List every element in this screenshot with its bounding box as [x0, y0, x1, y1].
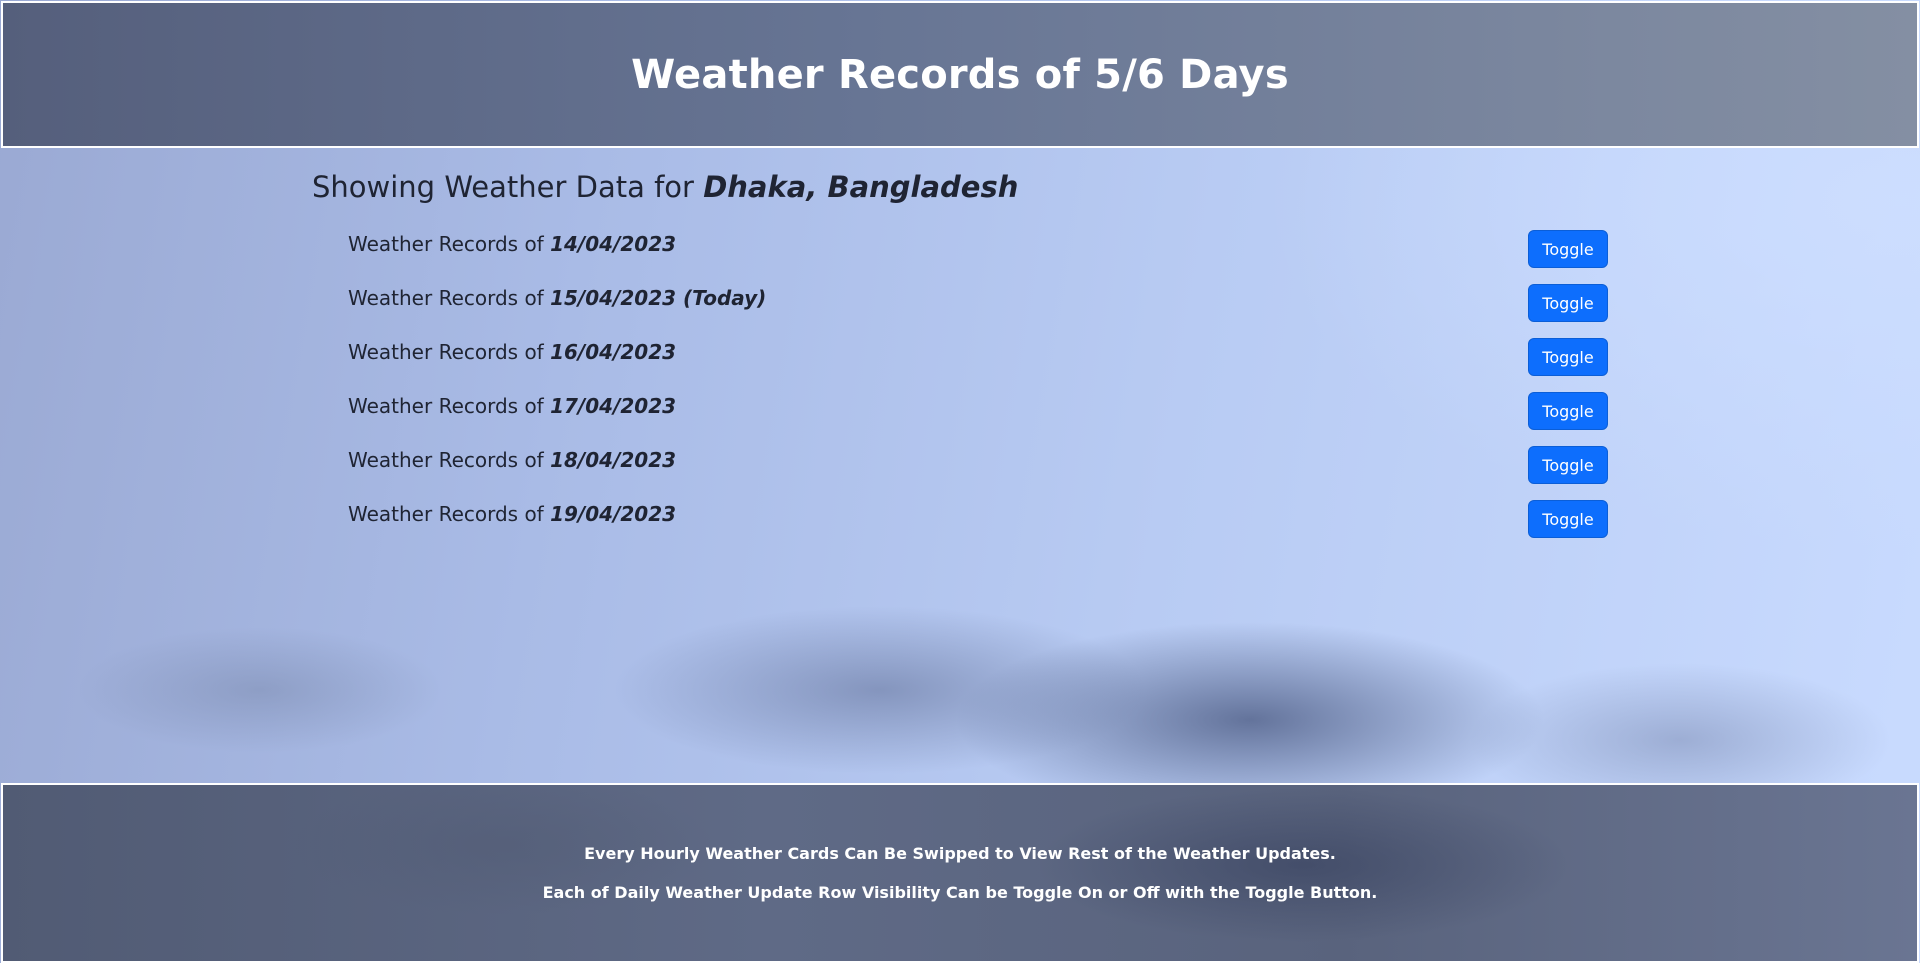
day-row: Weather Records of 14/04/2023 Toggle: [348, 224, 1608, 278]
page-footer: Every Hourly Weather Cards Can Be Swippe…: [1, 783, 1919, 963]
day-row: Weather Records of 15/04/2023 (Today) To…: [348, 278, 1608, 332]
location-heading: Showing Weather Data for Dhaka, Banglade…: [312, 170, 1572, 204]
day-label-prefix: Weather Records of: [348, 448, 551, 472]
toggle-button[interactable]: Toggle: [1528, 392, 1608, 430]
day-label: Weather Records of 15/04/2023 (Today): [348, 286, 766, 310]
day-label: Weather Records of 17/04/2023: [348, 394, 676, 418]
day-label-prefix: Weather Records of: [348, 502, 551, 526]
page-header: Weather Records of 5/6 Days: [1, 1, 1919, 148]
day-date: 19/04/2023: [550, 502, 677, 526]
day-label: Weather Records of 19/04/2023: [348, 502, 676, 526]
location-prefix: Showing Weather Data for: [312, 170, 704, 204]
footer-note-swipe: Every Hourly Weather Cards Can Be Swippe…: [584, 844, 1336, 863]
toggle-button[interactable]: Toggle: [1528, 338, 1608, 376]
day-row: Weather Records of 16/04/2023 Toggle: [348, 332, 1608, 386]
day-label: Weather Records of 16/04/2023: [348, 340, 676, 364]
day-date: 16/04/2023: [550, 340, 677, 364]
day-date: 15/04/2023 (Today): [550, 286, 767, 310]
day-label-prefix: Weather Records of: [348, 394, 551, 418]
toggle-button[interactable]: Toggle: [1528, 446, 1608, 484]
day-label-prefix: Weather Records of: [348, 340, 551, 364]
day-date: 17/04/2023: [550, 394, 677, 418]
toggle-button[interactable]: Toggle: [1528, 500, 1608, 538]
day-row: Weather Records of 17/04/2023 Toggle: [348, 386, 1608, 440]
toggle-button[interactable]: Toggle: [1528, 284, 1608, 322]
day-date: 14/04/2023: [550, 232, 677, 256]
page-title: Weather Records of 5/6 Days: [631, 51, 1289, 98]
footer-note-toggle: Each of Daily Weather Update Row Visibil…: [542, 883, 1378, 902]
day-row: Weather Records of 18/04/2023 Toggle: [348, 440, 1608, 494]
main-content: Showing Weather Data for Dhaka, Banglade…: [312, 170, 1608, 548]
day-list: Weather Records of 14/04/2023 Toggle Wea…: [312, 224, 1608, 548]
day-label: Weather Records of 14/04/2023: [348, 232, 676, 256]
day-label: Weather Records of 18/04/2023: [348, 448, 676, 472]
day-row: Weather Records of 19/04/2023 Toggle: [348, 494, 1608, 548]
day-date: 18/04/2023: [550, 448, 677, 472]
location-city: Dhaka, Bangladesh: [703, 170, 1019, 204]
day-label-prefix: Weather Records of: [348, 232, 551, 256]
toggle-button[interactable]: Toggle: [1528, 230, 1608, 268]
day-label-prefix: Weather Records of: [348, 286, 551, 310]
